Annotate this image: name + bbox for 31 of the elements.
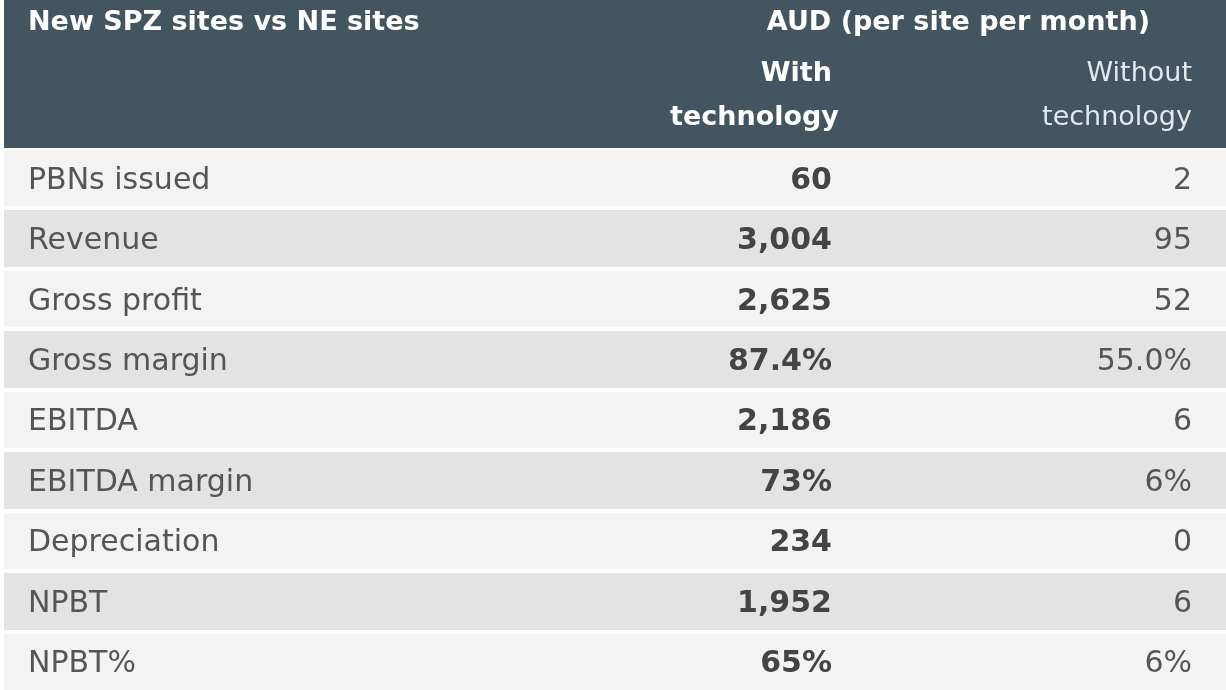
table-title: New SPZ sites vs NE sites <box>27 4 420 38</box>
row-label: Gross profit <box>27 280 202 319</box>
table-cell-text: 2 <box>1172 159 1193 198</box>
table-cell-text: 87.4% <box>727 341 833 380</box>
table-cell-text: 6% <box>1144 461 1193 500</box>
table-cell-text: 6 <box>1172 401 1193 440</box>
table-cell-text: 234 <box>769 522 833 561</box>
table-cell-text: 52 <box>1153 280 1193 319</box>
table-cell-text: 65% <box>760 643 833 682</box>
row-label: Gross margin <box>27 341 228 380</box>
table-cell-text: 2,625 <box>737 280 833 319</box>
row-label: EBITDA <box>27 401 138 440</box>
table-cell-text: 3,004 <box>737 220 833 259</box>
table-cell-text: 6% <box>1144 643 1193 682</box>
table-cell-text: 95 <box>1153 220 1193 259</box>
row-label: NPBT% <box>27 643 136 682</box>
row-label: EBITDA margin <box>27 461 254 500</box>
table-cell-text: 73% <box>760 461 833 500</box>
table-cell-text: 1,952 <box>737 582 833 621</box>
column-heading: Without technology <box>1041 55 1193 133</box>
table-cell-text: 55.0% <box>1096 341 1193 380</box>
column-heading: With technology <box>670 55 840 133</box>
row-label: NPBT <box>27 582 108 621</box>
table-cell-text: 6 <box>1172 582 1193 621</box>
table-cell-text: 2,186 <box>737 401 833 440</box>
row-label: Depreciation <box>27 522 220 561</box>
table-cell-text: 0 <box>1172 522 1193 561</box>
row-label: Revenue <box>27 220 159 259</box>
row-label: PBNs issued <box>27 159 211 198</box>
table-cell-text: 60 <box>790 159 833 198</box>
column-group-heading: AUD (per site per month) <box>766 4 1151 38</box>
